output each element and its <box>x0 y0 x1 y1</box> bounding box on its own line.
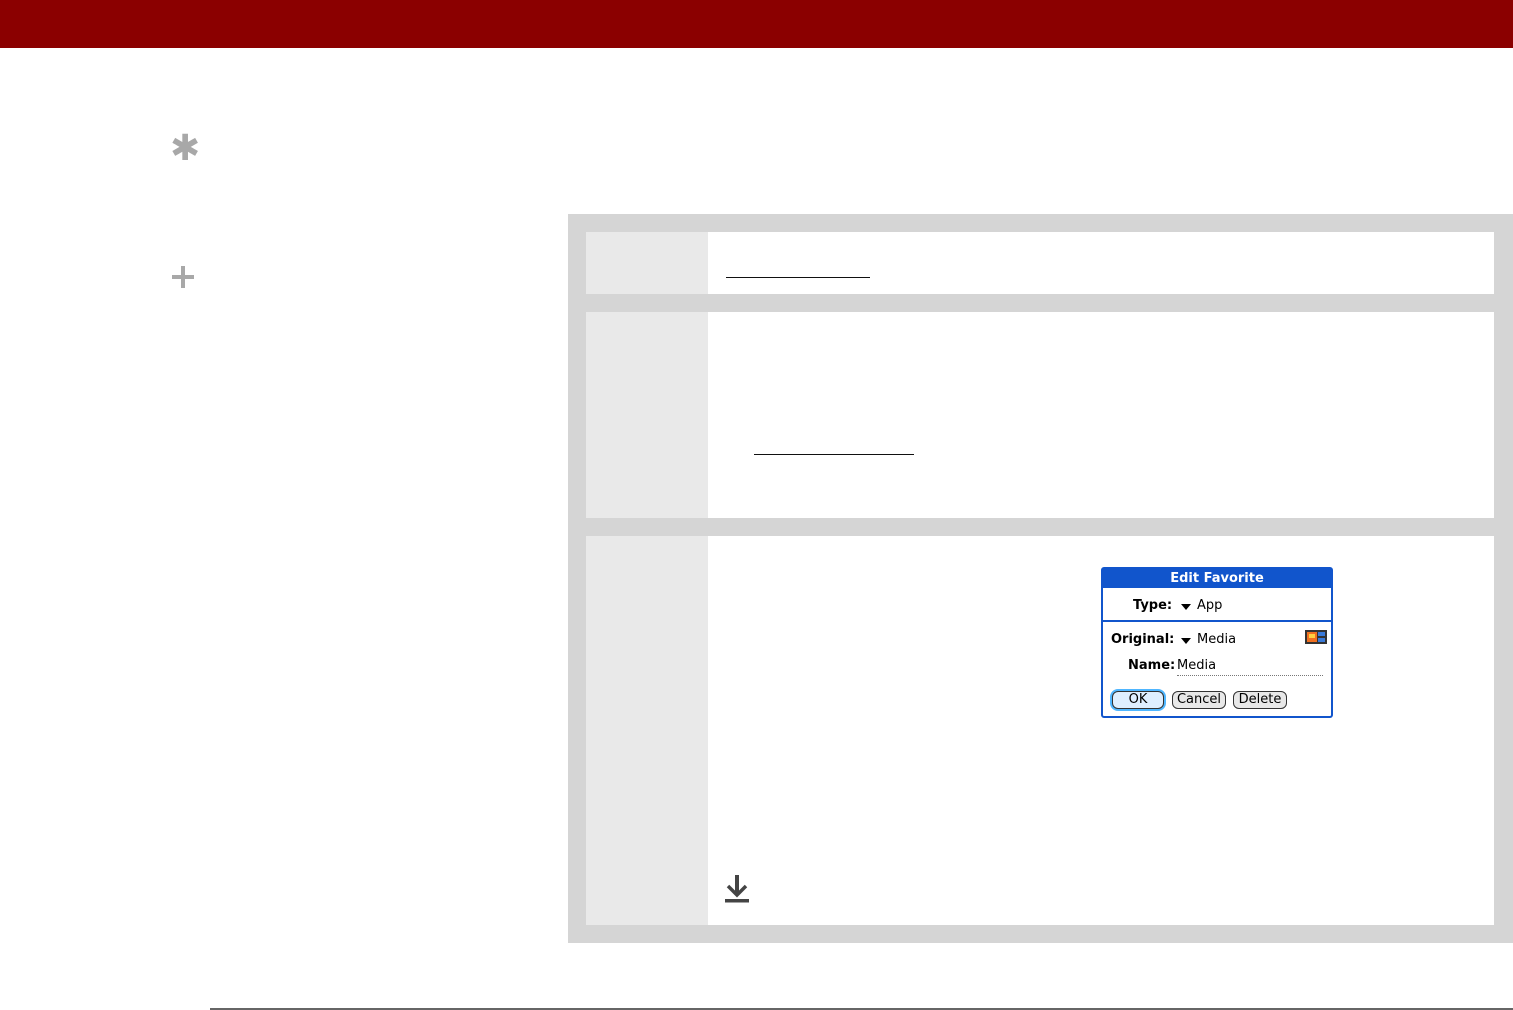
type-label: Type: <box>1133 598 1173 613</box>
name-field[interactable]: Media <box>1177 658 1216 673</box>
plus-did-you-know-icon <box>172 266 194 288</box>
original-label: Original: <box>1111 632 1175 647</box>
step-row-3 <box>586 536 1494 925</box>
name-label: Name: <box>1128 658 1176 673</box>
step-number-cell <box>586 232 708 294</box>
cross-reference-link[interactable] <box>726 277 870 278</box>
dialog-title: Edit Favorite <box>1103 569 1331 588</box>
cross-reference-link[interactable] <box>754 454 914 455</box>
steps-panel <box>568 214 1513 943</box>
cancel-button[interactable]: Cancel <box>1172 691 1226 709</box>
step-number-cell <box>586 536 708 925</box>
top-banner <box>0 0 1513 48</box>
media-app-icon <box>1305 630 1327 644</box>
down-arrow-continue-icon[interactable] <box>724 874 750 904</box>
triangle-down-icon[interactable] <box>1181 604 1191 610</box>
triangle-down-icon[interactable] <box>1181 638 1191 644</box>
ok-button[interactable]: OK <box>1112 691 1164 709</box>
edit-favorite-dialog: Edit Favorite Type: App Original: Media … <box>1101 567 1333 718</box>
step-number-cell <box>586 312 708 518</box>
name-field-underline <box>1177 675 1323 676</box>
asterisk-tip-icon: ✱ <box>170 128 201 169</box>
step-content-cell <box>708 312 1494 518</box>
step-row-1 <box>586 232 1494 294</box>
type-value[interactable]: App <box>1197 598 1222 613</box>
delete-button[interactable]: Delete <box>1233 691 1287 709</box>
step-content-cell <box>708 232 1494 294</box>
step-row-2 <box>586 312 1494 518</box>
original-value[interactable]: Media <box>1197 632 1236 647</box>
dialog-separator <box>1103 620 1331 622</box>
